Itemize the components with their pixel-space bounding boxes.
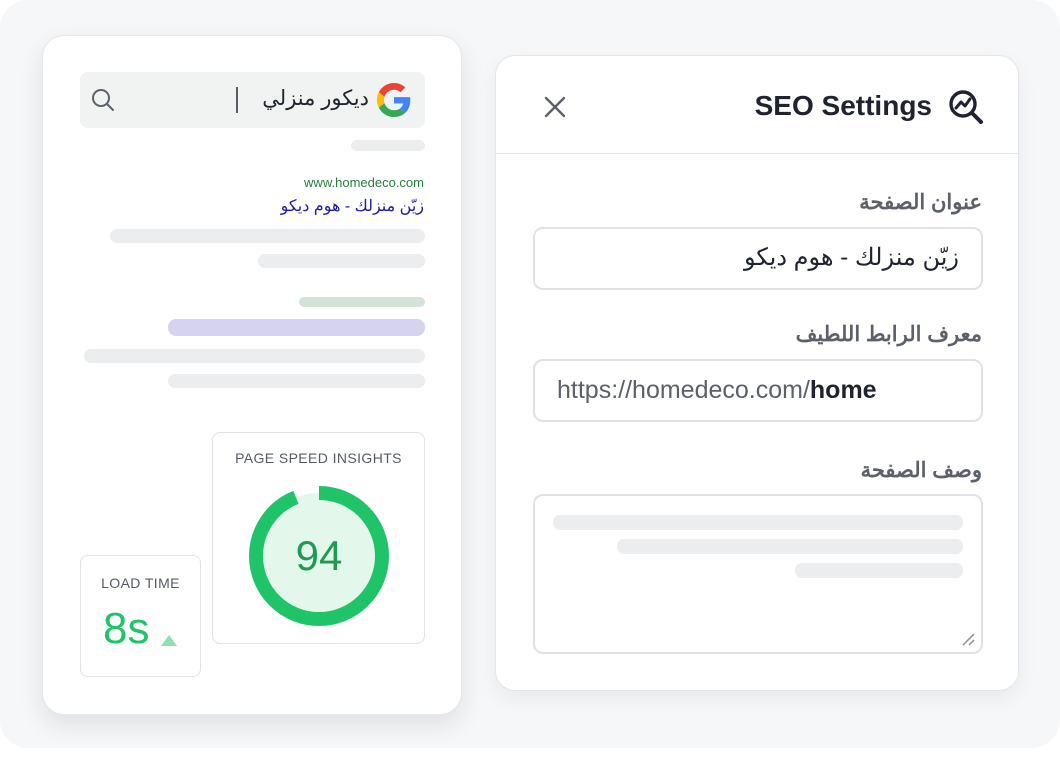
- search-preview-card: ديكور منزلي www.homedeco.com زيّن منزلك …: [42, 35, 462, 715]
- panel-title: SEO Settings: [754, 90, 932, 121]
- google-logo-icon: [377, 83, 411, 117]
- placeholder-line: [168, 374, 425, 388]
- placeholder-line: [617, 539, 963, 554]
- description-label: وصف الصفحة: [860, 459, 982, 482]
- placeholder-line: [110, 229, 425, 243]
- placeholder-line: [84, 349, 425, 363]
- page-speed-card: PAGE SPEED INSIGHTS 94: [212, 432, 425, 644]
- load-time-title: LOAD TIME: [101, 575, 180, 591]
- slug-prefix: https://homedeco.com/: [557, 376, 810, 404]
- placeholder-line: [351, 140, 425, 151]
- slug-value: home: [809, 376, 877, 404]
- slug-label: معرف الرابط اللطيف: [795, 323, 982, 346]
- placeholder-line: [553, 515, 963, 530]
- placeholder-line: [168, 319, 425, 336]
- search-bar[interactable]: ديكور منزلي: [80, 72, 425, 128]
- load-time-value: 8s: [103, 604, 150, 653]
- page-title-value: زيّن منزلك - هوم ديكو: [743, 244, 959, 271]
- page-speed-score: 94: [296, 532, 343, 579]
- description-textarea[interactable]: [533, 494, 983, 654]
- magnifier-chart-icon: [949, 90, 983, 124]
- resize-handle-icon[interactable]: [961, 632, 975, 646]
- page-title-field[interactable]: زيّن منزلك - هوم ديكو: [533, 227, 983, 290]
- slug-field[interactable]: https://homedeco.com/home: [533, 359, 983, 422]
- placeholder-line: [795, 563, 963, 578]
- panel-header: SEO Settings: [496, 56, 1018, 154]
- page-speed-gauge: 94: [249, 486, 389, 626]
- triangle-up-icon: [161, 635, 177, 646]
- background-stage: ديكور منزلي www.homedeco.com زيّن منزلك …: [0, 0, 1060, 748]
- page-title-label: عنوان الصفحة: [859, 191, 982, 214]
- search-icon[interactable]: [90, 87, 116, 113]
- result-title[interactable]: زيّن منزلك - هوم ديكو: [281, 196, 424, 216]
- text-caret: [236, 87, 238, 113]
- seo-settings-panel: SEO Settings عنوان الصفحة زيّن منزلك - ه…: [495, 55, 1019, 691]
- page-speed-title: PAGE SPEED INSIGHTS: [235, 450, 402, 466]
- result-url[interactable]: www.homedeco.com: [304, 175, 424, 190]
- search-query[interactable]: ديكور منزلي: [262, 86, 369, 111]
- placeholder-line: [258, 254, 425, 268]
- slug-url: https://homedeco.com/home: [557, 376, 877, 405]
- placeholder-line: [299, 297, 425, 307]
- load-time-card: LOAD TIME 8s: [80, 555, 201, 677]
- close-icon[interactable]: [543, 95, 567, 119]
